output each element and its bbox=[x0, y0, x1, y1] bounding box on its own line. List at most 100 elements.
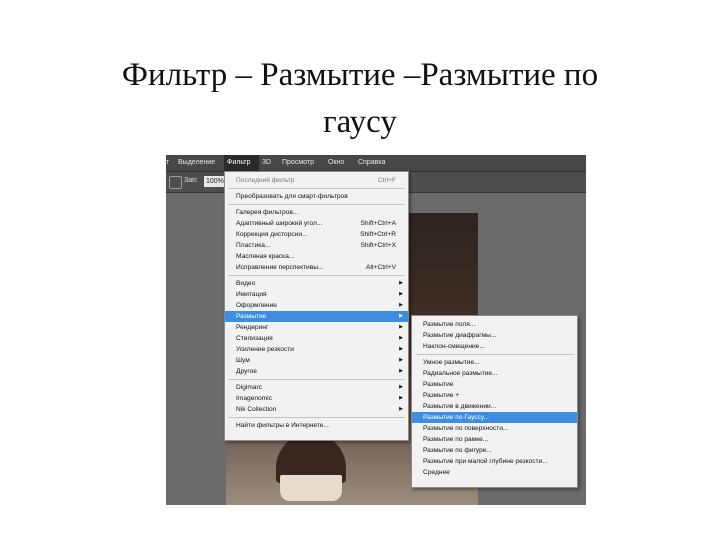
filter-menu-separator bbox=[228, 188, 405, 189]
blur-submenu-item-label: Размытие в движении... bbox=[423, 403, 497, 410]
filter-menu-item[interactable]: Усиление резкости ▶ bbox=[225, 344, 408, 355]
submenu-arrow-icon: ▶ bbox=[399, 324, 403, 330]
filter-menu-item-label: Imagenomic bbox=[236, 395, 272, 402]
filter-menu-separator bbox=[228, 379, 405, 380]
menu-item-view[interactable]: Просмотр bbox=[282, 155, 322, 171]
submenu-arrow-icon: ▶ bbox=[399, 335, 403, 341]
filter-menu-item[interactable]: Imagenomic ▶ bbox=[225, 393, 408, 404]
blur-submenu-item-label: Умное размытие... bbox=[423, 359, 480, 366]
filter-menu-item[interactable]: Стилизация ▶ bbox=[225, 333, 408, 344]
blur-submenu-item[interactable]: Среднее bbox=[412, 467, 577, 478]
blur-submenu: Размытие поля... Размытие диафрагмы... Нак… bbox=[411, 315, 578, 488]
filter-menu-item-label: Адаптивный широкий угол... bbox=[236, 220, 323, 227]
slide-title-line-1: Фильтр – Размытие –Размытие по bbox=[121, 57, 599, 93]
blur-submenu-item-label: Размытие по фигуре... bbox=[423, 447, 492, 454]
blur-submenu-item[interactable]: Размытие диафрагмы... bbox=[412, 330, 577, 341]
blur-submenu-item-label: Размытие + bbox=[423, 392, 460, 399]
submenu-arrow-icon: ▶ bbox=[399, 406, 403, 412]
filter-menu-item-label: Видео bbox=[236, 280, 256, 287]
filter-menu-item-shortcut: Shift+Ctrl+X bbox=[360, 242, 396, 249]
menu-item-filter[interactable]: Фильтр bbox=[224, 155, 259, 171]
submenu-arrow-icon: ▶ bbox=[399, 357, 403, 363]
filter-menu-item-label: Digimarc bbox=[236, 384, 263, 391]
blur-submenu-item[interactable]: Размытие поля... bbox=[412, 319, 577, 330]
filter-menu-item[interactable]: Коррекция дисторсии... Shift+Ctrl+R bbox=[225, 229, 408, 240]
filter-menu-item-shortcut: Shift+Ctrl+A bbox=[360, 220, 396, 227]
blur-submenu-item[interactable]: Наклон-смещение... bbox=[412, 341, 577, 352]
blur-submenu-item-label: Размытие диафрагмы... bbox=[423, 332, 497, 339]
filter-menu-item[interactable]: Найти фильтры в Интернете... bbox=[225, 420, 408, 431]
blur-submenu-item-label: Размытие поля... bbox=[423, 321, 476, 328]
blur-submenu-item-label: Наклон-смещение... bbox=[423, 343, 485, 350]
filter-menu-item[interactable]: Имитация ▶ bbox=[225, 289, 408, 300]
filter-menu-item-label: Преобразовать для смарт-фильтров bbox=[236, 193, 348, 200]
filter-menu-item-label: Рендеринг bbox=[236, 324, 269, 331]
cupcake-liner-image bbox=[280, 475, 342, 501]
blur-submenu-item[interactable]: Размытие при малой глубине резкости... bbox=[412, 456, 577, 467]
filter-menu-item[interactable]: Исправление перспективы... Alt+Ctrl+V bbox=[225, 262, 408, 273]
filter-menu-item[interactable]: Последний фильтр Ctrl+F bbox=[225, 175, 408, 186]
submenu-arrow-icon: ▶ bbox=[399, 313, 403, 319]
blur-submenu-item[interactable]: Умное размытие... bbox=[412, 357, 577, 368]
menu-item-3d[interactable]: 3D bbox=[262, 155, 276, 171]
filter-menu-item[interactable]: Шум ▶ bbox=[225, 355, 408, 366]
filter-menu-item[interactable]: Адаптивный широкий угол... Shift+Ctrl+A bbox=[225, 218, 408, 229]
filter-menu-item[interactable]: Преобразовать для смарт-фильтров bbox=[225, 191, 408, 202]
filter-menu-item-label: Найти фильтры в Интернете... bbox=[236, 422, 329, 429]
filter-menu-item[interactable]: Nik Collection ▶ bbox=[225, 404, 408, 415]
filter-menu-item-label: Усиление резкости bbox=[236, 346, 294, 353]
filter-menu-item[interactable]: Оформление ▶ bbox=[225, 300, 408, 311]
filter-menu-item-shortcut: Shift+Ctrl+R bbox=[360, 231, 396, 238]
filter-menu-item[interactable]: Digimarc ▶ bbox=[225, 382, 408, 393]
filter-menu-item[interactable]: Другое ▶ bbox=[225, 366, 408, 377]
filter-menu-item[interactable]: Размытие ▶ bbox=[225, 311, 408, 322]
filter-menu-item[interactable]: Пластика... Shift+Ctrl+X bbox=[225, 240, 408, 251]
filter-menu-item[interactable]: Галерея фильтров... bbox=[225, 207, 408, 218]
blur-submenu-item[interactable]: Размытие по поверхности... bbox=[412, 423, 577, 434]
blur-submenu-item-label: Размытие bbox=[423, 381, 454, 388]
slide-title-line-2: гаусу bbox=[323, 104, 397, 140]
filter-menu-item-label: Коррекция дисторсии... bbox=[236, 231, 308, 238]
filter-menu-item-label: Стилизация bbox=[236, 335, 273, 342]
tool-preset-icon[interactable] bbox=[169, 176, 182, 189]
blur-submenu-item-label: Размытие по рамке... bbox=[423, 436, 489, 443]
filter-menu-separator bbox=[228, 275, 405, 276]
blur-submenu-separator bbox=[415, 354, 574, 355]
filter-menu-item-shortcut: Ctrl+F bbox=[377, 177, 396, 184]
blur-submenu-item[interactable]: Размытие bbox=[412, 379, 577, 390]
filter-menu-item[interactable]: Масляная краска... bbox=[225, 251, 408, 262]
filter-menu-item-label: Исправление перспективы... bbox=[236, 264, 324, 271]
blur-submenu-item[interactable]: Размытие по фигуре... bbox=[412, 445, 577, 456]
filter-menu-item-label: Масляная краска... bbox=[236, 253, 295, 260]
blur-submenu-item[interactable]: Размытие + bbox=[412, 390, 577, 401]
blur-submenu-item[interactable]: Радиальное размытие... bbox=[412, 368, 577, 379]
filter-menu-separator bbox=[228, 204, 405, 205]
blur-submenu-item-label: Размытие при малой глубине резкости... bbox=[423, 458, 548, 465]
filter-menu-item-shortcut: Alt+Ctrl+V bbox=[365, 264, 396, 271]
filter-menu-item-label: Имитация bbox=[236, 291, 267, 298]
submenu-arrow-icon: ▶ bbox=[399, 291, 403, 297]
menu-item-window[interactable]: Окно bbox=[328, 155, 352, 171]
submenu-arrow-icon: ▶ bbox=[399, 280, 403, 286]
blur-submenu-item[interactable]: Размытие по рамке... bbox=[412, 434, 577, 445]
filter-menu-item-label: Nik Collection bbox=[236, 406, 277, 413]
submenu-arrow-icon: ▶ bbox=[399, 368, 403, 374]
menu-item-select[interactable]: Выделение bbox=[178, 155, 222, 171]
blur-submenu-item-label: Размытие по поверхности... bbox=[423, 425, 509, 432]
menu-item-help[interactable]: Справка bbox=[358, 155, 396, 171]
filter-menu-item-label: Оформление bbox=[236, 302, 277, 309]
blur-submenu-item[interactable]: Размытие в движении... bbox=[412, 401, 577, 412]
blur-submenu-item[interactable]: Размытие по Гауссу... bbox=[412, 412, 577, 423]
filter-menu-item-label: Галерея фильтров... bbox=[236, 209, 299, 216]
filter-menu: Последний фильтр Ctrl+F Преобразовать для … bbox=[224, 171, 409, 441]
filter-menu-item-label: Размытие bbox=[236, 313, 267, 320]
filter-menu-item-label: Шум bbox=[236, 357, 250, 364]
slide-title: Фильтр – Размытие –Размытие по гаусу bbox=[40, 52, 680, 146]
filter-menu-item-label: Последний фильтр bbox=[236, 177, 295, 184]
filter-menu-item[interactable]: Видео ▶ bbox=[225, 278, 408, 289]
menu-item-image-partial[interactable]: т bbox=[166, 155, 176, 171]
filter-menu-item[interactable]: Рендеринг ▶ bbox=[225, 322, 408, 333]
blur-submenu-item-label: Радиальное размытие... bbox=[423, 370, 498, 377]
menu-bar: т Выделение Фильтр 3D Просмотр Окно Спра… bbox=[166, 155, 586, 172]
submenu-arrow-icon: ▶ bbox=[399, 346, 403, 352]
